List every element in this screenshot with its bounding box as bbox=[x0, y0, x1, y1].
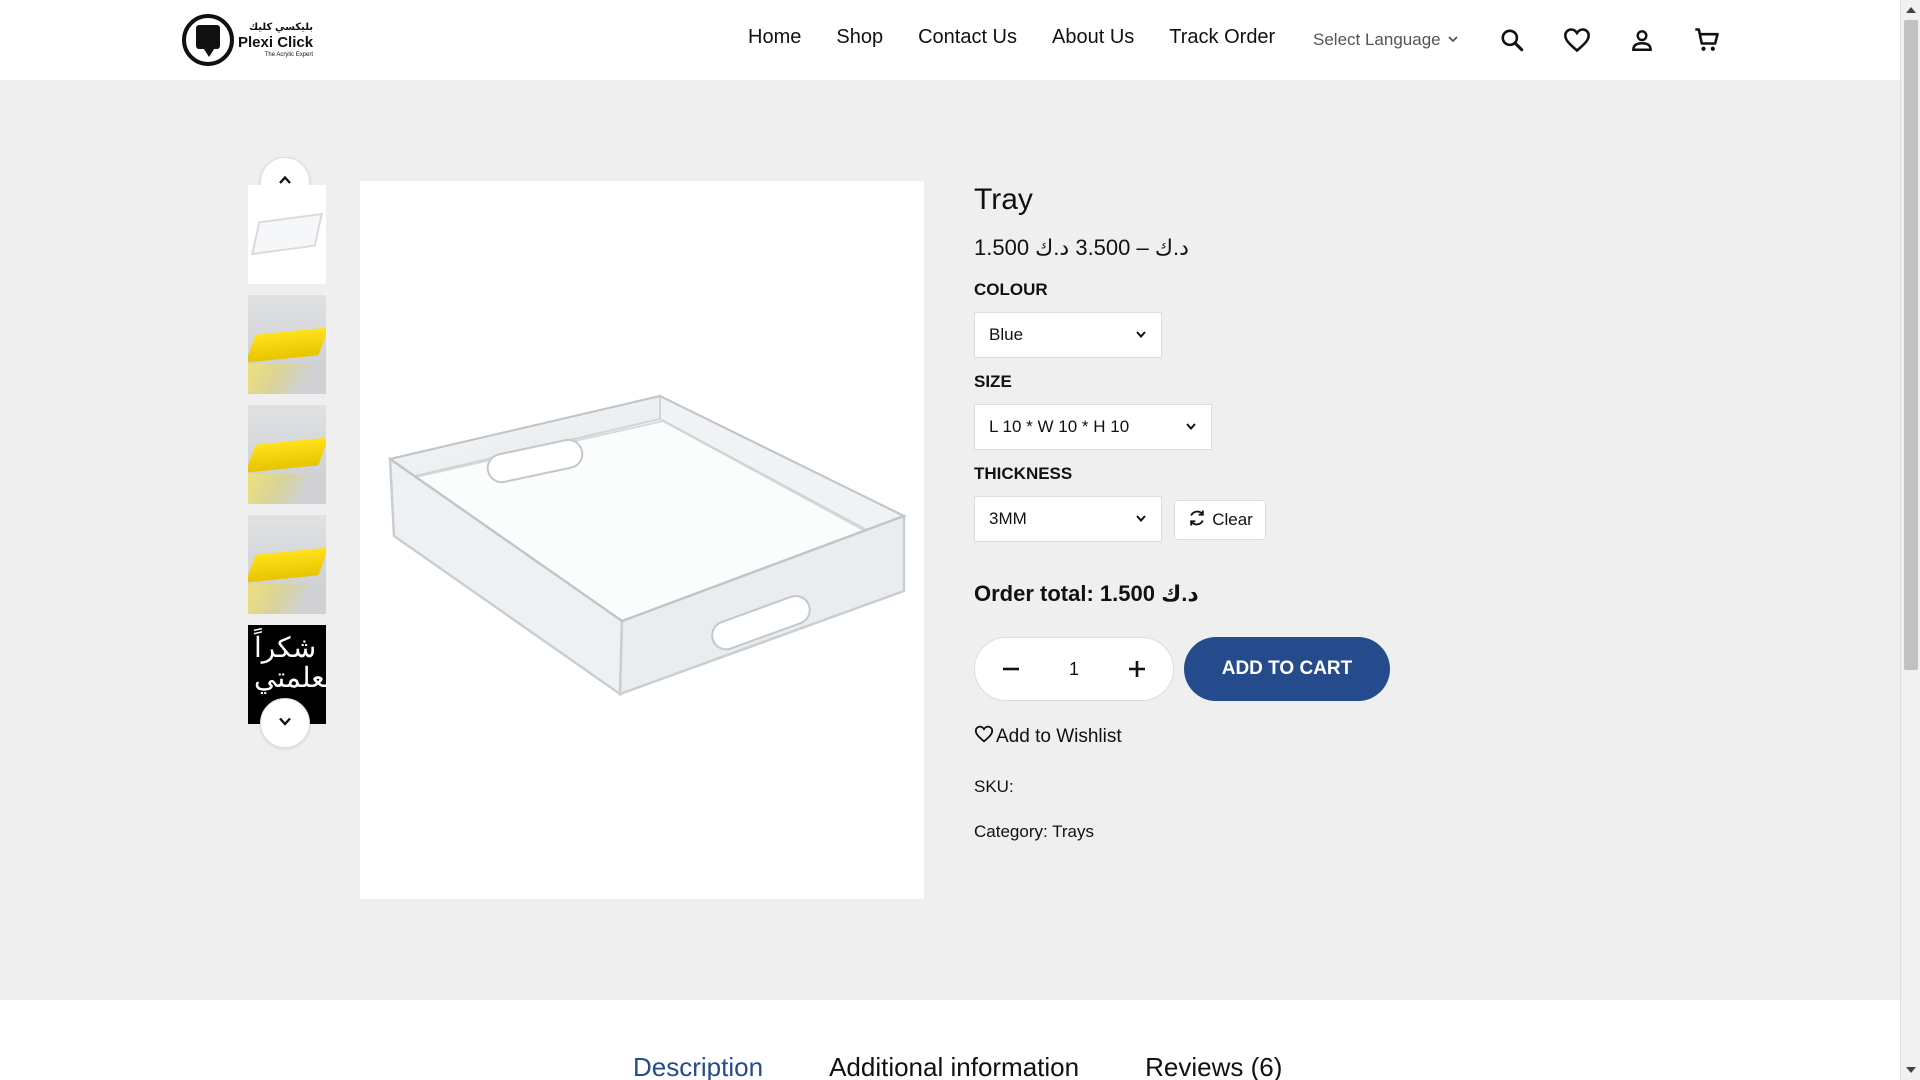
scroll-down-arrow-icon[interactable] bbox=[1901, 1062, 1920, 1078]
plus-icon[interactable] bbox=[1123, 655, 1151, 683]
product-tabs: Description Additional information Revie… bbox=[633, 1052, 1282, 1080]
product-main-image[interactable] bbox=[360, 181, 924, 899]
tab-reviews[interactable]: Reviews (6) bbox=[1145, 1052, 1282, 1080]
heart-icon[interactable] bbox=[1561, 24, 1593, 56]
language-label: Select Language bbox=[1313, 30, 1441, 49]
thumbnails-down-button[interactable] bbox=[260, 698, 310, 748]
product-category: Category: Trays bbox=[974, 822, 1094, 842]
scroll-up-arrow-icon[interactable] bbox=[1901, 2, 1920, 18]
colour-select[interactable]: Blue bbox=[974, 312, 1162, 358]
chevron-down-icon bbox=[277, 713, 293, 734]
brand-logo[interactable]: بليكسي كليك Plexi Click The Acrylic Expe… bbox=[182, 12, 314, 68]
tab-additional-information[interactable]: Additional information bbox=[829, 1052, 1079, 1080]
order-total-value: 1.500 د.ك bbox=[1099, 581, 1199, 606]
site-header: بليكسي كليك Plexi Click The Acrylic Expe… bbox=[0, 0, 1900, 80]
logo-mark bbox=[182, 14, 234, 66]
logo-text: بليكسي كليك Plexi Click The Acrylic Expe… bbox=[238, 21, 314, 58]
size-select[interactable]: L 10 * W 10 * H 10 bbox=[974, 404, 1212, 450]
thickness-select[interactable]: 3MM bbox=[974, 496, 1162, 542]
thickness-label: THICKNESS bbox=[974, 464, 1073, 483]
category-label: Category: bbox=[974, 822, 1048, 841]
add-to-wishlist-link[interactable]: Add to Wishlist bbox=[974, 725, 1122, 749]
thumbnail-yellow-tray[interactable] bbox=[248, 295, 326, 394]
colour-label: COLOUR bbox=[974, 280, 1048, 299]
sku-label: SKU: bbox=[974, 777, 1014, 796]
thumbnail-clear-tray[interactable] bbox=[248, 185, 326, 284]
scrollbar-thumb[interactable] bbox=[1904, 20, 1918, 670]
main-nav: Home Shop Contact Us About Us Track Orde… bbox=[748, 26, 1275, 49]
size-selected-value: L 10 * W 10 * H 10 bbox=[989, 417, 1130, 436]
chevron-down-icon bbox=[1135, 509, 1147, 529]
nav-contact-us[interactable]: Contact Us bbox=[918, 26, 1017, 49]
order-total-label: Order total: bbox=[974, 581, 1094, 606]
user-icon[interactable] bbox=[1626, 24, 1658, 56]
category-link-trays[interactable]: Trays bbox=[1052, 822, 1094, 841]
refresh-icon bbox=[1187, 508, 1207, 533]
logo-english-name: Plexi Click bbox=[238, 33, 314, 51]
language-selector[interactable]: Select Language bbox=[1313, 30, 1459, 50]
size-label: SIZE bbox=[974, 372, 1012, 391]
page-scrollbar[interactable] bbox=[1900, 0, 1920, 1080]
logo-arabic-name: بليكسي كليك bbox=[248, 21, 314, 33]
search-icon[interactable] bbox=[1496, 24, 1528, 56]
clear-selection-button[interactable]: Clear bbox=[1174, 500, 1266, 540]
quantity-input[interactable]: 1 bbox=[1044, 659, 1104, 680]
calligraphy-artwork: شكراً معلمتي bbox=[254, 631, 326, 694]
acrylic-tray-image bbox=[388, 394, 907, 697]
thumbnail-yellow-tray[interactable] bbox=[248, 515, 326, 614]
wishlist-label: Add to Wishlist bbox=[996, 726, 1122, 747]
product-price-range: 1.500 د.ك – 3.500 د.ك bbox=[974, 235, 1189, 260]
colour-selected-value: Blue bbox=[989, 325, 1024, 344]
nav-shop[interactable]: Shop bbox=[836, 26, 883, 49]
nav-home[interactable]: Home bbox=[748, 26, 801, 49]
thumbnail-list: شكراً معلمتي bbox=[248, 185, 326, 735]
product-title: Tray bbox=[974, 183, 1033, 216]
logo-tagline: The Acrylic Expert bbox=[264, 51, 314, 58]
quantity-stepper: 1 bbox=[974, 637, 1174, 701]
order-total: Order total: 1.500 د.ك bbox=[974, 581, 1199, 607]
thickness-selected-value: 3MM bbox=[989, 509, 1027, 528]
tab-description[interactable]: Description bbox=[633, 1052, 763, 1080]
chevron-down-icon bbox=[1185, 417, 1197, 437]
cart-icon[interactable] bbox=[1691, 24, 1723, 56]
chevron-down-icon bbox=[1447, 30, 1459, 50]
nav-track-order[interactable]: Track Order bbox=[1169, 26, 1275, 49]
nav-about-us[interactable]: About Us bbox=[1052, 26, 1134, 49]
heart-icon bbox=[974, 725, 994, 749]
add-to-cart-button[interactable]: ADD TO CART bbox=[1184, 637, 1390, 701]
thumbnail-yellow-tray[interactable] bbox=[248, 405, 326, 504]
product-sku: SKU: bbox=[974, 777, 1014, 797]
chevron-down-icon bbox=[1135, 325, 1147, 345]
header-icons bbox=[1496, 24, 1723, 56]
clear-label: Clear bbox=[1212, 510, 1253, 529]
minus-icon[interactable] bbox=[997, 655, 1025, 683]
